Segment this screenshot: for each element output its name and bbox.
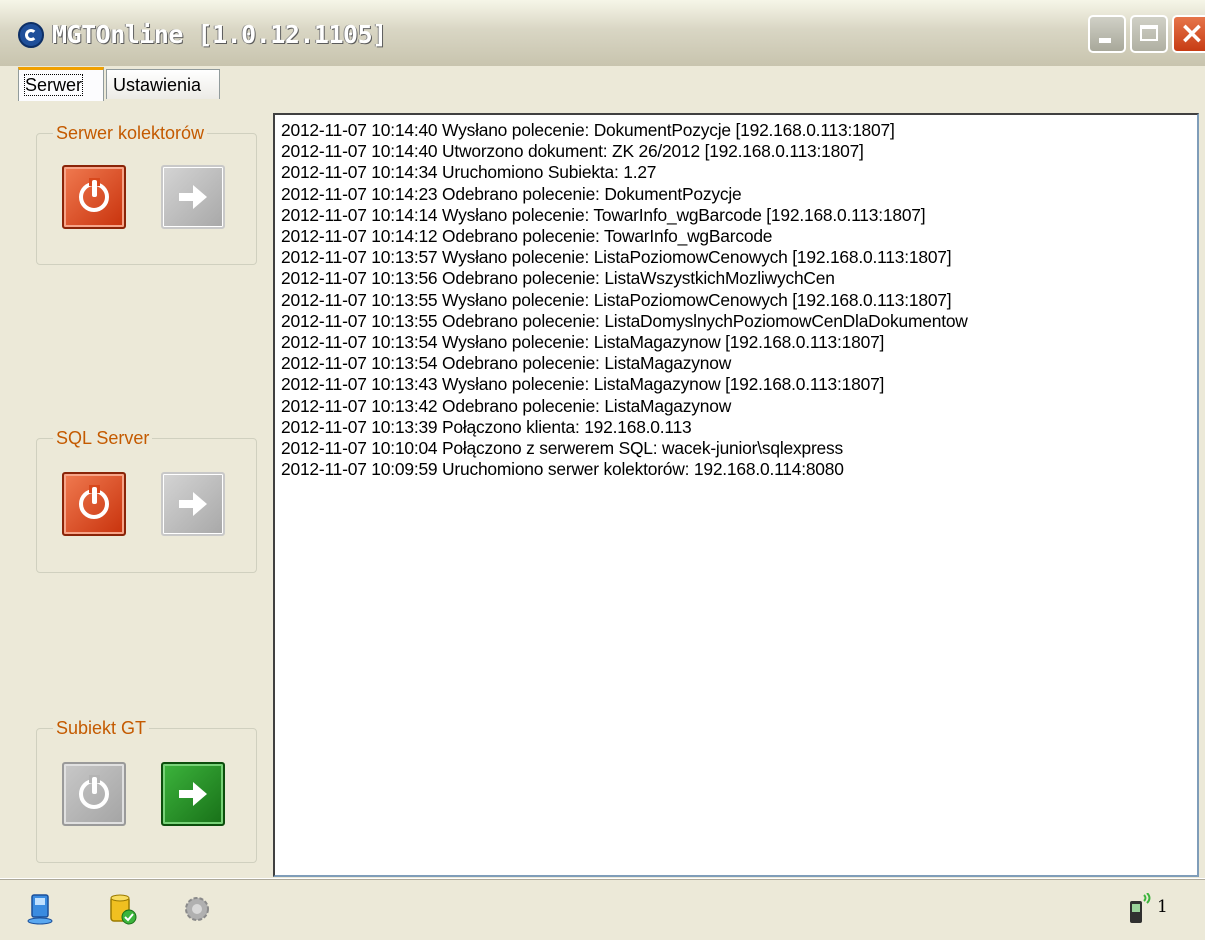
close-button[interactable]: × xyxy=(1172,15,1205,53)
arrow-right-icon xyxy=(179,492,207,516)
stop-sql-server-button[interactable] xyxy=(62,472,126,536)
log-line[interactable]: 2012-11-07 10:14:40 Utworzono dokument: … xyxy=(275,141,1197,162)
power-icon xyxy=(79,775,109,809)
tab-ustawienia[interactable]: Ustawienia xyxy=(106,69,220,99)
start-subiekt-button[interactable] xyxy=(161,762,225,826)
log-line[interactable]: 2012-11-07 10:13:43 Wysłano polecenie: L… xyxy=(275,374,1197,395)
app-icon[interactable] xyxy=(18,22,44,48)
title-bar[interactable]: MGTOnline [1.0.12.1105] × xyxy=(0,0,1205,67)
power-icon xyxy=(79,178,109,212)
start-sql-server-button[interactable] xyxy=(161,472,225,536)
stop-subiekt-button[interactable] xyxy=(62,762,126,826)
log-line[interactable]: 2012-11-07 10:14:14 Wysłano polecenie: T… xyxy=(275,205,1197,226)
close-icon: × xyxy=(1179,16,1205,51)
status-bar xyxy=(0,878,1205,940)
app-window: MGTOnline [1.0.12.1105] × Serwer Ustawie… xyxy=(0,0,1205,940)
log-line[interactable]: 2012-11-07 10:13:54 Wysłano polecenie: L… xyxy=(275,332,1197,353)
group-serwer-kolektorow: Serwer kolektorów xyxy=(36,122,257,265)
arrow-right-icon xyxy=(179,782,207,806)
log-line[interactable]: 2012-11-07 10:13:54 Odebrano polecenie: … xyxy=(275,353,1197,374)
start-collector-server-button[interactable] xyxy=(161,165,225,229)
log-list: 2012-11-07 10:14:40 Wysłano polecenie: D… xyxy=(275,115,1197,480)
arrow-right-icon xyxy=(179,185,207,209)
subiekt-gear-icon[interactable] xyxy=(182,893,212,925)
log-line[interactable]: 2012-11-07 10:13:39 Połączono klienta: 1… xyxy=(275,417,1197,438)
connected-clients-count: 1 xyxy=(1157,897,1168,917)
log-line[interactable]: 2012-11-07 10:13:56 Odebrano polecenie: … xyxy=(275,268,1197,289)
log-line[interactable]: 2012-11-07 10:14:23 Odebrano polecenie: … xyxy=(275,184,1197,205)
group-subiekt-gt: Subiekt GT xyxy=(36,717,257,863)
network-computer-icon[interactable] xyxy=(26,893,56,925)
mobile-signal-icon[interactable] xyxy=(1128,893,1158,925)
group-label: Serwer kolektorów xyxy=(53,122,208,144)
log-line[interactable]: 2012-11-07 10:13:57 Wysłano polecenie: L… xyxy=(275,247,1197,268)
database-ok-icon[interactable] xyxy=(107,893,137,925)
log-line[interactable]: 2012-11-07 10:14:34 Uruchomiono Subiekta… xyxy=(275,162,1197,183)
group-label: Subiekt GT xyxy=(53,717,150,739)
group-sql-server: SQL Server xyxy=(36,427,257,573)
log-line[interactable]: 2012-11-07 10:13:55 Wysłano polecenie: L… xyxy=(275,290,1197,311)
log-listbox[interactable]: 2012-11-07 10:14:40 Wysłano polecenie: D… xyxy=(273,113,1199,877)
log-line[interactable]: 2012-11-07 10:09:59 Uruchomiono serwer k… xyxy=(275,459,1197,480)
maximize-button[interactable] xyxy=(1130,15,1168,53)
stop-collector-server-button[interactable] xyxy=(62,165,126,229)
log-line[interactable]: 2012-11-07 10:14:12 Odebrano polecenie: … xyxy=(275,226,1197,247)
window-title: MGTOnline [1.0.12.1105] xyxy=(52,20,387,49)
log-line[interactable]: 2012-11-07 10:13:42 Odebrano polecenie: … xyxy=(275,396,1197,417)
minimize-button[interactable] xyxy=(1088,15,1126,53)
log-line[interactable]: 2012-11-07 10:14:40 Wysłano polecenie: D… xyxy=(275,120,1197,141)
log-line[interactable]: 2012-11-07 10:10:04 Połączono z serwerem… xyxy=(275,438,1197,459)
power-icon xyxy=(79,485,109,519)
group-label: SQL Server xyxy=(53,427,153,449)
log-line[interactable]: 2012-11-07 10:13:55 Odebrano polecenie: … xyxy=(275,311,1197,332)
tab-serwer[interactable]: Serwer xyxy=(18,67,104,101)
